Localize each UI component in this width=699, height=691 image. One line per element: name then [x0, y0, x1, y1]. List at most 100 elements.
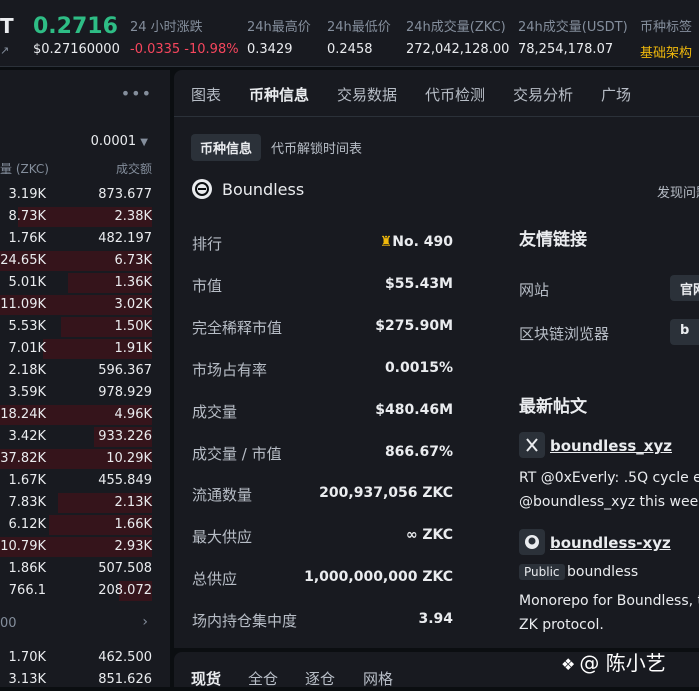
subtab-coin-info[interactable]: 币种信息: [191, 134, 262, 161]
ask-row[interactable]: 1.67K 455.849: [0, 470, 170, 492]
ask-row[interactable]: 5.53K 1.50K: [0, 316, 170, 338]
explorer-button[interactable]: b: [670, 319, 699, 345]
stat-label-vol-usdt: 24h成交量(USDT): [518, 20, 628, 35]
bid-row[interactable]: 3.13K 851.626: [0, 669, 170, 691]
ask-total: 873.677: [98, 187, 152, 202]
more-dots-icon[interactable]: •••: [121, 84, 152, 103]
stat-label-low: 24h最低价: [327, 20, 391, 35]
stat-value-high: 0.3429: [247, 42, 293, 57]
ask-row[interactable]: 3.42K 933.226: [0, 426, 170, 448]
ticker-header: T ↗ 0.2716 $0.27160000 24 小时涨跌 -0.0335 -…: [0, 0, 699, 67]
row-label-total-supply: 总供应: [192, 570, 238, 588]
ask-row[interactable]: 1.86K 507.508: [0, 558, 170, 580]
ask-amount: 8.73K: [8, 209, 46, 224]
row-value-circulating: 200,937,056 ZKC: [319, 485, 453, 501]
ask-amount: 37.82K: [0, 451, 46, 466]
tab-cross[interactable]: 全仓: [248, 668, 278, 689]
subtab-unlock-schedule[interactable]: 代币解锁时间表: [271, 138, 362, 157]
row-label-volume: 成交量: [192, 403, 238, 421]
last-price: 0.2716: [33, 14, 118, 39]
report-issue-link[interactable]: 发现问题: [657, 182, 699, 201]
precision-select[interactable]: 0.0001 ▼: [91, 134, 148, 149]
ask-total: 978.929: [98, 385, 152, 400]
ask-amount: 2.18K: [8, 363, 46, 378]
tab-square[interactable]: 广场: [601, 84, 631, 105]
row-label-dominance: 市场占有率: [192, 361, 268, 379]
watermark: ❖ @ 陈小艺: [561, 651, 666, 675]
ask-row[interactable]: 5.01K 1.36K: [0, 272, 170, 294]
ask-total: 10.29K: [106, 451, 152, 466]
bid-amount: 3.13K: [8, 672, 46, 687]
repo-desc-line-1: Monorepo for Boundless, t: [519, 593, 699, 609]
link-label-explorer: 区块链浏览器: [519, 325, 610, 343]
row-value-total-supply: 1,000,000,000 ZKC: [304, 569, 453, 585]
last-price-usd: $0.27160000: [33, 42, 120, 57]
ask-row[interactable]: 8.73K 2.38K: [0, 206, 170, 228]
tab-coin-info[interactable]: 币种信息: [249, 84, 309, 105]
row-label-circulating: 流通数量: [192, 486, 253, 504]
ask-row[interactable]: 6.12K 1.66K: [0, 514, 170, 536]
x-post-line-1: RT @0xEverly: .5Q cycle ep: [519, 470, 699, 486]
row-value-max-supply: ∞ ZKC: [405, 527, 453, 543]
ask-row[interactable]: 3.59K 978.929: [0, 382, 170, 404]
order-book: ••• 0.0001 ▼ 量 (ZKC) 成交额 3.19K 873.677 8.7…: [0, 70, 170, 687]
ask-total: 933.226: [98, 429, 152, 444]
ask-amount: 7.83K: [8, 495, 46, 510]
ask-total: 596.367: [98, 363, 152, 378]
mid-price-row[interactable]: 00: [0, 616, 17, 631]
ask-row[interactable]: 766.1 208.072: [0, 580, 170, 602]
row-label-concentration: 场内持仓集中度: [192, 612, 298, 630]
row-label-vol-mcap: 成交量 / 市值: [192, 445, 282, 463]
ask-total: 1.91K: [114, 341, 152, 356]
symbol-link-icon[interactable]: ↗: [0, 44, 9, 57]
ask-row[interactable]: 7.83K 2.13K: [0, 492, 170, 514]
ask-amount: 1.76K: [8, 231, 46, 246]
ask-row[interactable]: 2.18K 596.367: [0, 360, 170, 382]
ask-row[interactable]: 10.79K 2.93K: [0, 536, 170, 558]
tab-token-check[interactable]: 代币检测: [425, 84, 485, 105]
links-heading: 友情链接: [519, 230, 587, 250]
ask-total: 2.13K: [114, 495, 152, 510]
watermark-logo-icon: ❖: [561, 655, 576, 674]
ask-amount: 3.19K: [8, 187, 46, 202]
row-value-concentration: 3.94: [418, 611, 453, 627]
website-button[interactable]: 官网: [670, 275, 699, 301]
col-header-total: 成交额: [115, 162, 152, 176]
stat-label-high: 24h最高价: [247, 20, 311, 35]
x-logo-icon: [519, 432, 545, 458]
stat-value-low: 0.2458: [327, 42, 373, 57]
tab-grid[interactable]: 网格: [363, 668, 393, 689]
stat-value-change: -0.0335 -10.98%: [130, 42, 239, 57]
bid-row[interactable]: 1.70K 462.500: [0, 647, 170, 669]
chevron-right-icon[interactable]: ›: [142, 614, 148, 630]
tab-isolated[interactable]: 逐仓: [305, 668, 335, 689]
row-value-mcap: $55.43M: [385, 276, 453, 292]
ask-row[interactable]: 18.24K 4.96K: [0, 404, 170, 426]
x-account-link[interactable]: boundless_xyz: [550, 437, 672, 455]
tab-trade-data[interactable]: 交易数据: [337, 84, 397, 105]
stat-value-tags[interactable]: 基础架构: [640, 42, 692, 61]
tab-trade-analysis[interactable]: 交易分析: [513, 84, 573, 105]
symbol[interactable]: T: [0, 14, 14, 38]
ask-total: 1.50K: [114, 319, 152, 334]
ask-amount: 1.86K: [8, 561, 46, 576]
ask-amount: 7.01K: [8, 341, 46, 356]
bid-total: 851.626: [98, 672, 152, 687]
repo-name: boundless: [567, 564, 639, 580]
github-account-link[interactable]: boundless-xyz: [550, 534, 671, 552]
tab-spot[interactable]: 现货: [191, 668, 221, 689]
posts-heading: 最新帖文: [519, 397, 587, 417]
ask-row[interactable]: 3.19K 873.677: [0, 184, 170, 206]
ask-row[interactable]: 37.82K 10.29K: [0, 448, 170, 470]
ask-row[interactable]: 24.65K 6.73K: [0, 250, 170, 272]
tab-chart[interactable]: 图表: [191, 84, 221, 105]
ask-row[interactable]: 7.01K 1.91K: [0, 338, 170, 360]
ask-row[interactable]: 1.76K 482.197: [0, 228, 170, 250]
ask-total: 1.36K: [114, 275, 152, 290]
ask-row[interactable]: 11.09K 3.02K: [0, 294, 170, 316]
ask-amount: 6.12K: [8, 517, 46, 532]
stat-label-tags: 币种标签: [640, 20, 693, 35]
repo-desc-line-2: ZK protocol.: [519, 617, 604, 633]
row-value-volume: $480.46M: [375, 402, 453, 418]
ask-total: 507.508: [98, 561, 152, 576]
